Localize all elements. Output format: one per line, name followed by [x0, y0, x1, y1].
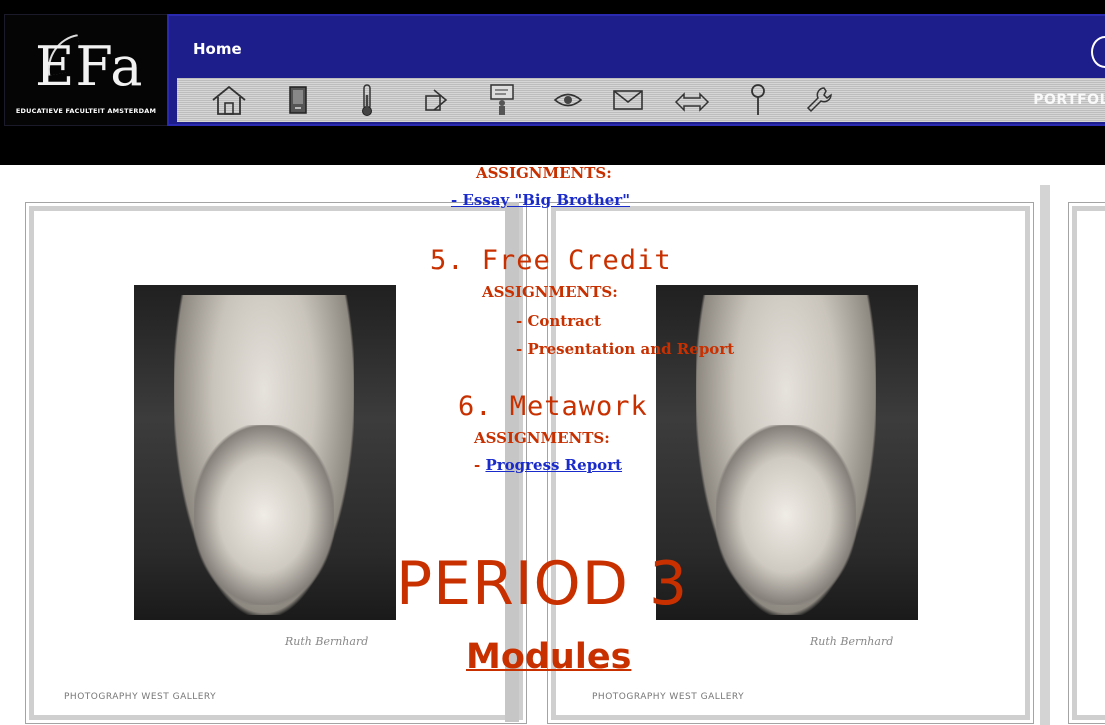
arrows-icon[interactable]	[671, 82, 713, 118]
progress-report-row: - Progress Report	[474, 456, 622, 475]
assignments-label: ASSIGNMENTS:	[474, 429, 610, 447]
book-icon[interactable]	[281, 82, 315, 118]
home-icon[interactable]	[207, 82, 251, 118]
toolbar: PORTFOL	[177, 78, 1105, 122]
photo-signature: Ruth Bernhard	[810, 635, 894, 648]
presenter-icon[interactable]	[485, 82, 521, 118]
contract-item: - Contract	[516, 312, 601, 330]
gallery-credit: PHOTOGRAPHY WEST GALLERY	[592, 692, 745, 702]
navigation-bar: Home PORTFOL	[167, 14, 1105, 126]
essay-big-brother-link[interactable]: - Essay "Big Brother"	[451, 191, 630, 209]
far-right-frame	[1068, 202, 1105, 724]
photo-image	[134, 285, 396, 620]
gallery-credit: PHOTOGRAPHY WEST GALLERY	[64, 692, 217, 702]
logo-text: EDUCATIEVE FACULTEIT AMSTERDAM	[15, 107, 157, 115]
pin-icon[interactable]	[743, 82, 773, 118]
shapes-icon[interactable]	[417, 82, 455, 118]
portfolio-label[interactable]: PORTFOL	[1033, 92, 1105, 108]
presentation-report-item: - Presentation and Report	[516, 340, 735, 358]
assignments-label: ASSIGNMENTS:	[482, 283, 618, 301]
logo-mark: EFa	[35, 35, 144, 98]
thermometer-icon[interactable]	[352, 82, 382, 118]
eye-icon[interactable]	[549, 82, 587, 118]
page-title: Home	[193, 40, 242, 58]
photo-image	[656, 285, 918, 620]
help-icon[interactable]	[1091, 36, 1105, 68]
frame-divider	[1040, 185, 1050, 725]
modules-heading[interactable]: Modules	[466, 637, 631, 677]
wrench-icon[interactable]	[801, 82, 837, 118]
period-title: PERIOD 3	[396, 549, 689, 619]
progress-report-link[interactable]: Progress Report	[485, 456, 622, 474]
module-5-title: 5. Free Credit	[430, 245, 672, 276]
assignments-label: ASSIGNMENTS:	[476, 164, 612, 182]
photo-signature: Ruth Bernhard	[285, 635, 369, 648]
header-bar: EFa EDUCATIEVE FACULTEIT AMSTERDAM Home	[0, 0, 1105, 165]
mail-icon[interactable]	[609, 82, 647, 118]
content-area: Ruth Bernhard Ruth Bernhard PHOTOGRAPHY …	[0, 164, 1105, 725]
efa-logo[interactable]: EFa EDUCATIEVE FACULTEIT AMSTERDAM	[4, 14, 168, 126]
progress-prefix: -	[474, 456, 486, 474]
module-6-title: 6. Metawork	[458, 391, 648, 422]
